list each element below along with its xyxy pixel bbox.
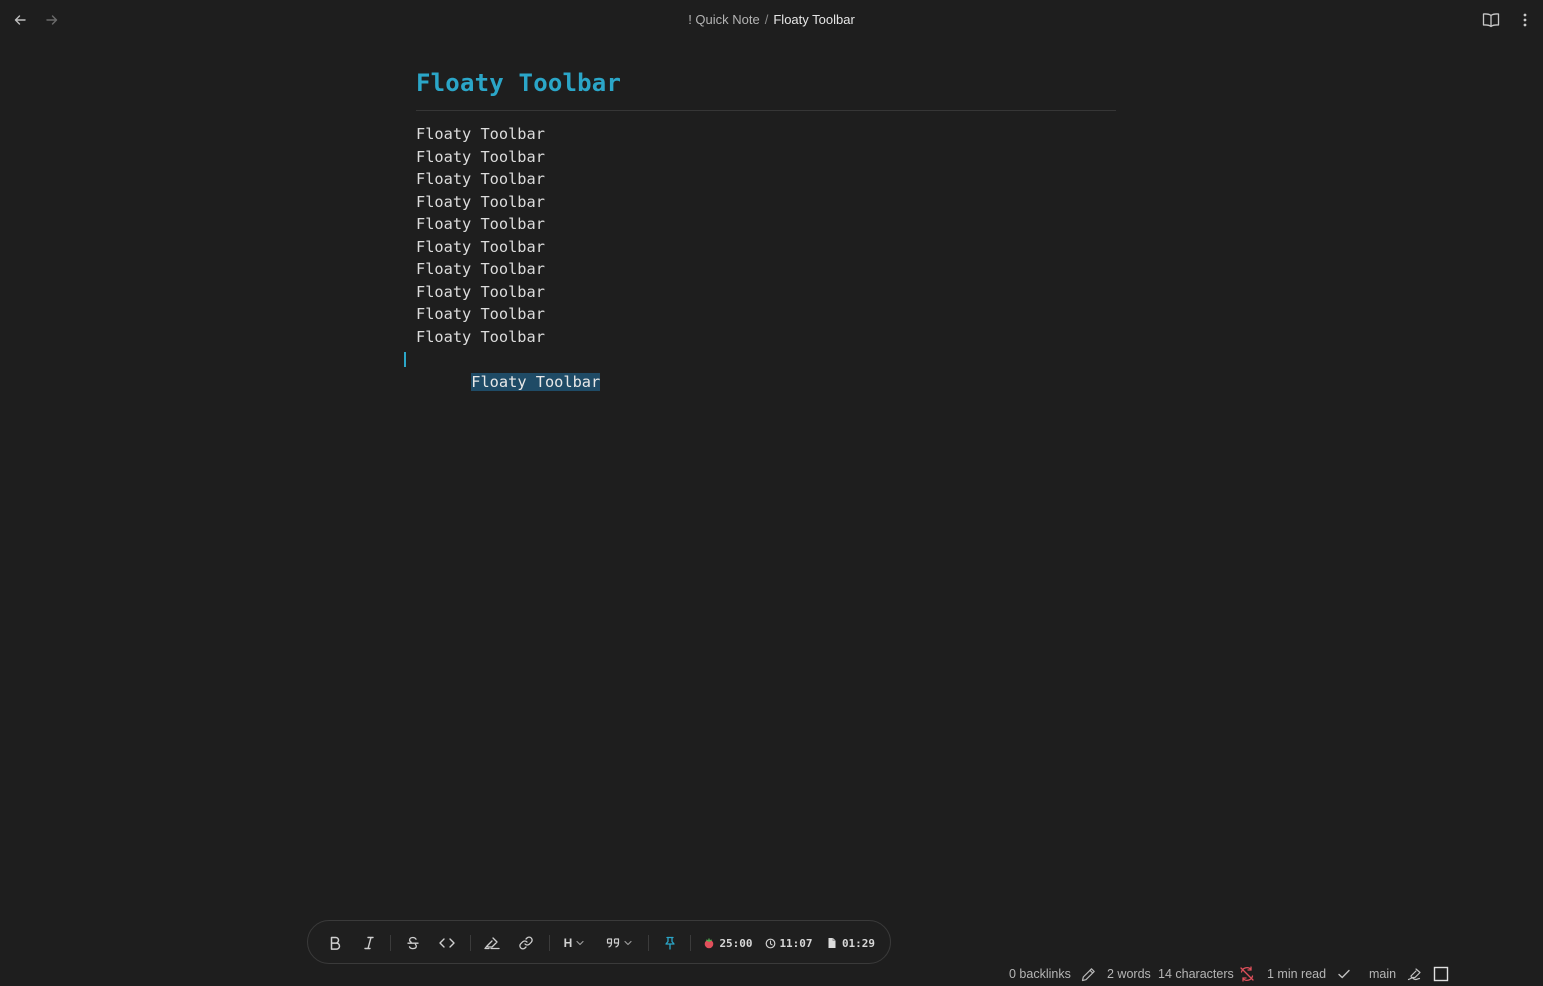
toolbar-separator [690,935,691,951]
quote-icon [606,938,620,948]
tomato-icon [705,938,714,949]
git-branch[interactable]: main [1369,967,1396,981]
editor-line[interactable]: Floaty Toolbar [416,168,1116,191]
heading-icon: H [563,936,573,950]
checkbox-icon[interactable] [1433,966,1449,982]
pencil-icon[interactable] [1080,966,1096,982]
editor-line[interactable]: Floaty Toolbar [416,236,1116,259]
book-open-icon[interactable] [1481,10,1501,30]
more-vertical-icon[interactable] [1515,10,1535,30]
italic-icon[interactable] [359,921,379,965]
word-count: 2 words [1107,967,1151,981]
editor-line[interactable]: Floaty Toolbar [416,146,1116,169]
document-icon [828,938,836,948]
title-divider [416,110,1116,111]
sync-error-icon[interactable] [1239,966,1255,982]
bold-icon[interactable] [325,921,345,965]
header-actions [1481,10,1535,30]
toolbar-separator [549,935,550,951]
document-time: 01:29 [841,936,876,950]
chevron-down-icon [576,940,584,946]
editor-pane[interactable]: Floaty Toolbar Floaty Toolbar Floaty Too… [404,64,1116,391]
editor-line-selected[interactable]: Floaty Toolbar [404,348,1116,391]
editor-line[interactable]: Floaty Toolbar [416,191,1116,214]
highlighter-icon[interactable] [482,921,502,965]
heading-dropdown[interactable]: H [560,921,588,965]
editor-line[interactable]: Floaty Toolbar [416,213,1116,236]
clock-time: 11:07 [779,936,813,950]
editor-line[interactable]: Floaty Toolbar [416,281,1116,304]
breadcrumb: ! Quick Note / Floaty Toolbar [0,12,1543,27]
callout-dropdown[interactable] [602,921,636,965]
note-title[interactable]: Floaty Toolbar [416,64,1116,102]
toolbar-separator [470,935,471,951]
pomodoro-time: 25:00 [719,936,753,950]
document-timer[interactable]: 01:29 [824,921,878,965]
backlinks-count[interactable]: 0 backlinks [1009,967,1071,981]
breadcrumb-current[interactable]: Floaty Toolbar [773,12,854,27]
breadcrumb-separator: / [764,12,769,27]
code-icon[interactable] [437,921,457,965]
breadcrumb-parent[interactable]: ! Quick Note [688,12,760,27]
clock-icon [766,938,776,948]
title-bar: ! Quick Note / Floaty Toolbar [0,0,1543,40]
toolbar-separator [648,935,649,951]
toolbar-separator [390,935,391,951]
status-bar: 0 backlinks 2 words 14 characters 1 min … [0,962,1543,986]
pomodoro-timer[interactable]: 25:00 [701,921,755,965]
signature-icon[interactable] [1407,966,1423,982]
editor-line[interactable]: Floaty Toolbar [416,258,1116,281]
link-icon[interactable] [516,921,536,965]
strikethrough-icon[interactable] [403,921,423,965]
floaty-toolbar: H 25:00 11:07 01:29 [307,920,891,964]
editor-content[interactable]: Floaty Toolbar Floaty Toolbar Floaty Too… [404,123,1116,391]
active-line-indicator [404,352,406,367]
editor-line[interactable]: Floaty Toolbar [416,123,1116,146]
check-icon[interactable] [1336,966,1352,982]
editor-line[interactable]: Floaty Toolbar [416,303,1116,326]
clock-display[interactable]: 11:07 [764,921,814,965]
chevron-down-icon [624,940,632,946]
character-count: 14 characters [1158,967,1234,981]
read-time: 1 min read [1267,967,1327,981]
editor-line[interactable]: Floaty Toolbar [416,326,1116,349]
text-selection[interactable]: Floaty Toolbar [471,372,601,391]
pin-icon[interactable] [660,921,680,965]
